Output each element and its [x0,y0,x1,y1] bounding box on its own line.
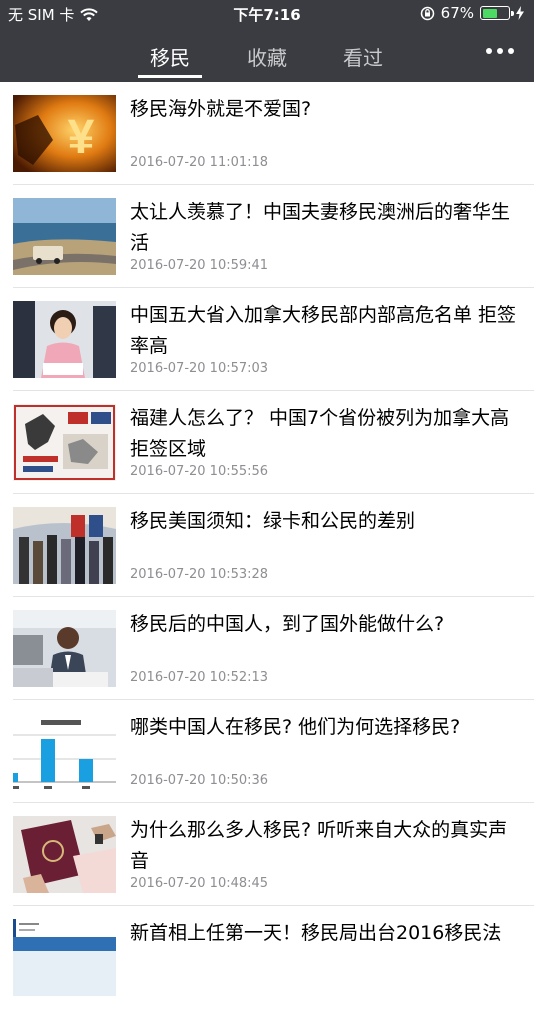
article-thumbnail [13,198,116,275]
article-title: 太让人羡慕了！中国夫妻移民澳洲后的奢华生活 [130,201,511,254]
svg-text:¥: ¥ [68,111,95,164]
article-time: 2016-07-20 10:52:13 [130,670,269,685]
status-bar: 无 SIM 卡 下午7:16 67% [0,0,534,28]
list-item[interactable]: 中国五大省入加拿大移民部内部高危名单 拒签率高 2016-07-20 10:57… [0,288,534,391]
article-time: 2016-07-20 10:57:03 [130,361,269,376]
article-title: 移民海外就是不爱国? [130,98,312,120]
more-options-icon[interactable] [486,48,514,54]
article-thumbnail [13,816,116,893]
charging-icon [516,6,524,20]
article-time: 2016-07-20 10:53:28 [130,567,269,582]
list-item[interactable]: 移民后的中国人，到了国外能做什么? 2016-07-20 10:52:13 [0,597,534,700]
article-title: 移民后的中国人，到了国外能做什么? [130,613,445,635]
article-title: 新首相上任第一天！移民局出台2016移民法 [130,922,502,944]
list-item[interactable]: 移民美国须知：绿卡和公民的差别 2016-07-20 10:53:28 [0,494,534,597]
article-time: 2016-07-20 10:59:41 [130,258,269,273]
article-thumbnail: ¥ [13,95,116,172]
list-item[interactable]: 太让人羡慕了！中国夫妻移民澳洲后的奢华生活 2016-07-20 10:59:4… [0,185,534,288]
article-title: 为什么那么多人移民? 听听来自大众的真实声音 [130,819,508,872]
top-bar: 无 SIM 卡 下午7:16 67% 移民 收藏 看过 [0,0,534,82]
battery-icon [480,6,514,20]
article-time: 2016-07-20 10:50:36 [130,773,269,788]
list-item[interactable]: 为什么那么多人移民? 听听来自大众的真实声音 2016-07-20 10:48:… [0,803,534,906]
list-item[interactable]: 哪类中国人在移民? 他们为何选择移民? 2016-07-20 10:50:36 [0,700,534,803]
active-tab-indicator [138,75,202,78]
article-title: 中国五大省入加拿大移民部内部高危名单 拒签率高 [130,304,517,357]
article-title: 哪类中国人在移民? 他们为何选择移民? [130,716,461,738]
list-item[interactable]: ¥ 移民海外就是不爱国? 2016-07-20 11:01:18 [0,82,534,185]
article-time: 2016-07-20 10:48:45 [130,876,269,891]
article-title: 移民美国须知：绿卡和公民的差别 [130,510,416,532]
orientation-lock-icon [420,6,434,20]
battery-percent: 67% [440,4,474,22]
article-thumbnail [13,404,116,481]
tab-history[interactable]: 看过 [343,42,383,71]
article-time: 2016-07-20 10:55:56 [130,464,269,479]
tab-immigration[interactable]: 移民 [150,42,190,71]
article-thumbnail [13,919,116,996]
tab-bar: 移民 收藏 看过 [0,28,534,82]
article-list: ¥ 移民海外就是不爱国? 2016-07-20 11:01:18 太让人羡慕了！… [0,82,534,1009]
article-thumbnail [13,713,116,790]
article-thumbnail [13,610,116,687]
article-thumbnail [13,301,116,378]
article-thumbnail [13,507,116,584]
article-title: 福建人怎么了？ 中国7个省份被列为加拿大高拒签区域 [130,407,510,460]
article-time: 2016-07-20 11:01:18 [130,155,269,170]
list-item[interactable]: 福建人怎么了？ 中国7个省份被列为加拿大高拒签区域 2016-07-20 10:… [0,391,534,494]
list-item[interactable]: 新首相上任第一天！移民局出台2016移民法 [0,906,534,1009]
tab-favorites[interactable]: 收藏 [247,42,287,71]
